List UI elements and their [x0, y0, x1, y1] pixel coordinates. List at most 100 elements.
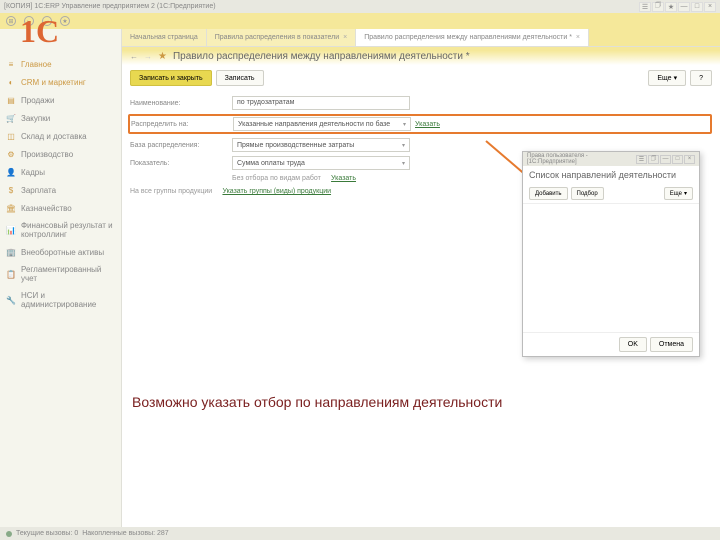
page-title: Правило распределения между направлениям…: [173, 51, 470, 62]
tab-label: Правила распределения в показатели: [215, 34, 339, 41]
building-icon: 🏢: [6, 247, 16, 257]
toolbar-menu-icon[interactable]: ⊞: [6, 16, 16, 26]
popup-max-icon[interactable]: □: [672, 155, 683, 164]
sidebar-item-label: Продажи: [21, 96, 54, 105]
popup-footer: OK Отмена: [523, 332, 699, 356]
gear-icon: ⚙: [6, 149, 16, 159]
popup-close-icon[interactable]: ×: [684, 155, 695, 164]
ind-label: Показатель:: [130, 160, 228, 167]
sidebar-item-prod[interactable]: ⚙ Производство: [0, 145, 121, 163]
name-input[interactable]: по трудозатратам: [232, 96, 410, 110]
close-tab-icon[interactable]: ×: [576, 34, 580, 41]
popup-toolbar: Добавить Подбор Еще ▾: [523, 184, 699, 204]
cancel-button[interactable]: Отмена: [650, 337, 693, 352]
box-icon: ◫: [6, 131, 16, 141]
dist-select[interactable]: Указанные направления деятельности по ба…: [233, 117, 411, 131]
annotation-text: Возможно указать отбор по направлениям д…: [132, 394, 502, 410]
app-toolbar: ⊞ ← → ★: [0, 13, 720, 29]
popup-list[interactable]: [527, 208, 695, 328]
sidebar-item-admin[interactable]: 🔧НСИ и администрирование: [0, 287, 121, 313]
row-base: База распределения: Прямые производствен…: [130, 138, 712, 152]
statusbar: Текущие вызовы: 0 Накопленные вызовы: 28…: [0, 527, 720, 540]
favorite-icon[interactable]: ★: [60, 16, 70, 26]
sidebar-item-label: CRM и маркетинг: [21, 78, 86, 87]
sidebar-item-assets[interactable]: 🏢 Внеоборотные активы: [0, 243, 121, 261]
save-button[interactable]: Записать: [216, 70, 264, 86]
btn-c[interactable]: ★: [665, 2, 677, 12]
status-dot-icon: [6, 531, 12, 537]
sidebar-item-label: Внеоборотные активы: [21, 248, 104, 257]
minimize-icon[interactable]: —: [678, 2, 690, 12]
chevron-down-icon: ▾: [402, 142, 405, 149]
sidebar-item-reg[interactable]: 📋Регламентированный учет: [0, 261, 121, 287]
sidebar-item-label: Кадры: [21, 168, 45, 177]
sidebar-item-label: Казначейство: [21, 204, 72, 213]
crm-icon: ◐: [6, 77, 16, 87]
cart-icon: 🛒: [6, 113, 16, 123]
dist-label: Распределить на:: [131, 121, 229, 128]
sidebar-item-sales[interactable]: ▤ Продажи: [0, 91, 121, 109]
sidebar-item-crm[interactable]: ◐ CRM и маркетинг: [0, 73, 121, 91]
popup-min-icon[interactable]: —: [660, 155, 671, 164]
popup-tool-icon[interactable]: 🗇: [648, 155, 659, 164]
more-button[interactable]: Еще▾: [648, 70, 686, 86]
dist-link[interactable]: Указать: [415, 121, 440, 128]
btn-b[interactable]: 🗇: [652, 2, 664, 12]
btn-a[interactable]: ☰: [639, 2, 651, 12]
help-button[interactable]: ?: [690, 70, 712, 86]
sidebar-item-salary[interactable]: $ Зарплата: [0, 181, 121, 199]
sidebar-item-treasury[interactable]: 🏛 Казначейство: [0, 199, 121, 217]
sidebar-item-label: Финансовый результат и контроллинг: [21, 221, 115, 239]
pick-button[interactable]: Подбор: [571, 187, 604, 200]
sidebar-item-label: Производство: [21, 150, 73, 159]
add-button[interactable]: Добавить: [529, 187, 568, 200]
groups-link[interactable]: Указать группы (виды) продукции: [222, 188, 331, 195]
wrench-icon: 🔧: [6, 295, 16, 305]
fwd-arrow-icon[interactable]: →: [144, 52, 152, 61]
sidebar-item-main[interactable]: ≡Главное: [0, 55, 121, 73]
ok-button[interactable]: OK: [619, 337, 647, 352]
status-accum: Накопленные вызовы: 287: [82, 530, 168, 537]
tab-rules[interactable]: Правила распределения в показатели ×: [207, 29, 357, 46]
sidebar-item-label: Закупки: [21, 114, 50, 123]
sidebar-item-purch[interactable]: 🛒 Закупки: [0, 109, 121, 127]
base-select[interactable]: Прямые производственные затраты▾: [232, 138, 410, 152]
sidebar-item-hr[interactable]: 👤Кадры: [0, 163, 121, 181]
sidebar-item-fin[interactable]: 📊 Финансовый результат и контроллинг: [0, 217, 121, 243]
popup-window: Права пользователя - [1С:Предприятие] ☰ …: [522, 151, 700, 357]
chevron-down-icon: ▾: [674, 74, 678, 82]
back-arrow-icon[interactable]: ←: [130, 52, 138, 61]
logo: 1C: [20, 13, 59, 50]
window-buttons: ☰ 🗇 ★ — □ ×: [639, 2, 716, 12]
filter-hint: Без отбора по видам работ: [232, 175, 321, 182]
popup-tool-icon[interactable]: ☰: [636, 155, 647, 164]
sidebar-item-label: Зарплата: [21, 186, 56, 195]
tab-label: Начальная страница: [130, 34, 198, 41]
popup-more-button[interactable]: Еще ▾: [664, 187, 693, 200]
close-icon[interactable]: ×: [704, 2, 716, 12]
content-area: Начальная страница Правила распределения…: [122, 29, 720, 527]
chart-icon: 📊: [6, 225, 16, 235]
tab-home[interactable]: Начальная страница: [122, 29, 207, 46]
popup-hdr-title: Права пользователя - [1С:Предприятие]: [527, 153, 636, 165]
row-name: Наименование: по трудозатратам: [130, 96, 712, 110]
close-tab-icon[interactable]: ×: [343, 34, 347, 41]
popup-titlebar: Права пользователя - [1С:Предприятие] ☰ …: [523, 152, 699, 166]
sidebar-item-label: Главное: [21, 60, 52, 69]
maximize-icon[interactable]: □: [691, 2, 703, 12]
window-title: [КОПИЯ] 1С:ERP Управление предприятием 2…: [4, 3, 216, 10]
filter-link[interactable]: Указать: [331, 175, 356, 182]
window-titlebar: [КОПИЯ] 1С:ERP Управление предприятием 2…: [0, 0, 720, 13]
sidebar-item-wh[interactable]: ◫Склад и доставка: [0, 127, 121, 145]
tab-rule-edit[interactable]: Правило распределения между направлениям…: [356, 29, 589, 46]
save-close-button[interactable]: Записать и закрыть: [130, 70, 212, 86]
ind-select[interactable]: Сумма оплаты труда▾: [232, 156, 410, 170]
row-distribute: Распределить на: Указанные направления д…: [128, 114, 712, 134]
money-icon: $: [6, 185, 16, 195]
tab-label: Правило распределения между направлениям…: [364, 34, 572, 41]
star-icon[interactable]: ★: [158, 51, 167, 62]
groups-hint: На все группы продукции: [130, 188, 212, 195]
name-label: Наименование:: [130, 100, 228, 107]
bank-icon: 🏛: [6, 203, 16, 213]
sales-icon: ▤: [6, 95, 16, 105]
